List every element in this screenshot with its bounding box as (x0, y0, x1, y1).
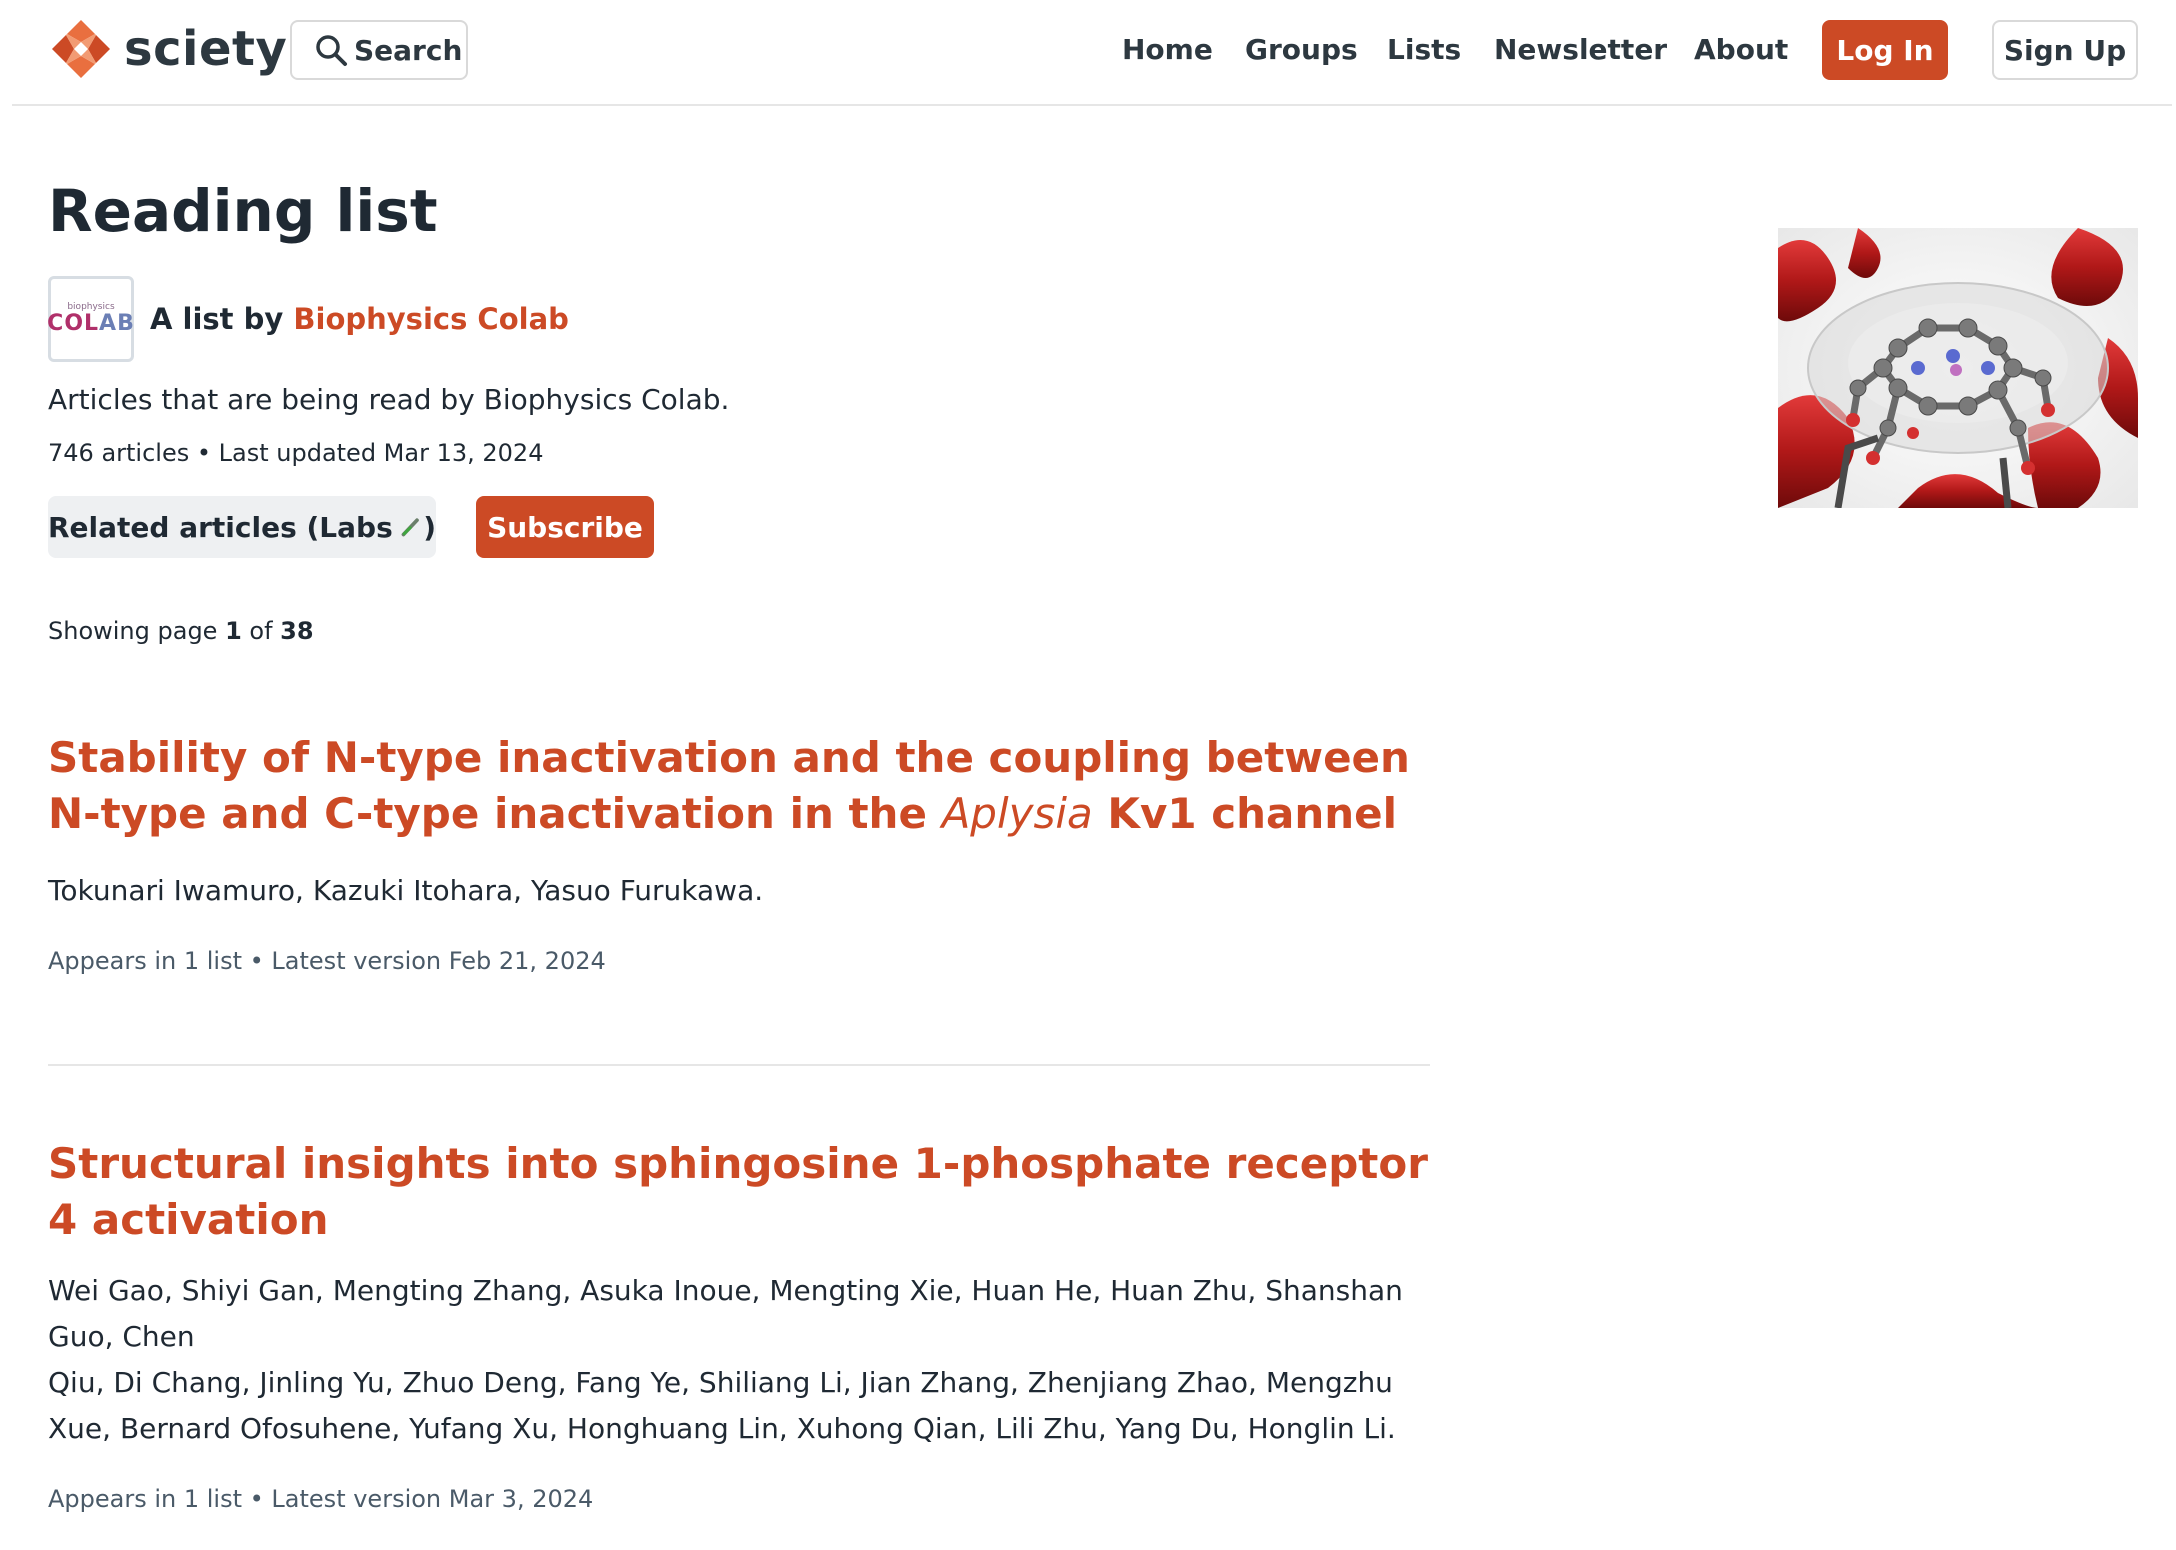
signup-button[interactable]: Sign Up (1992, 20, 2138, 80)
nav-about[interactable]: About (1694, 30, 1788, 70)
page-current: 1 (225, 617, 242, 645)
sciety-logo[interactable]: sciety (48, 16, 287, 82)
nav-lists[interactable]: Lists (1387, 30, 1461, 70)
search-button[interactable]: Search (290, 20, 468, 80)
search-label: Search (354, 33, 463, 67)
article-authors: Wei Gao, Shiyi Gan, Mengting Zhang, Asuk… (48, 1268, 1430, 1452)
article-divider (48, 1064, 1430, 1066)
article-title-italic: Aplysia (941, 789, 1093, 838)
login-button[interactable]: Log In (1822, 20, 1948, 80)
article-authors-line: Qiu, Di Chang, Jinling Yu, Zhuo Deng, Fa… (48, 1366, 1393, 1399)
article-meta: Appears in 1 list • Latest version Feb 2… (48, 947, 606, 975)
nav-groups[interactable]: Groups (1245, 30, 1358, 70)
article-card: Stability of N-type inactivation and the… (48, 730, 1430, 978)
page-total: 38 (280, 617, 314, 645)
owner-avatar-text: COLAB (47, 311, 135, 336)
owner-text: A list by Biophysics Colab (150, 302, 569, 336)
owner-link[interactable]: Biophysics Colab (293, 302, 569, 336)
logo-text: sciety (124, 21, 288, 77)
site-header: sciety Search Home Groups Lists Newslett… (12, 0, 2172, 106)
article-title-link[interactable]: Structural insights into sphingosine 1-p… (48, 1136, 1430, 1248)
paging-info: Showing page 1 of 38 (48, 614, 314, 648)
test-tube-icon (401, 518, 419, 537)
related-articles-suffix: ) (423, 510, 436, 544)
article-title-part: Kv1 channel (1092, 789, 1398, 838)
paging-of: of (241, 617, 281, 645)
paging-prefix: Showing page (48, 617, 226, 645)
article-card: Structural insights into sphingosine 1-p… (48, 1136, 1430, 1516)
subscribe-button[interactable]: Subscribe (476, 496, 654, 558)
article-authors-line: Wei Gao, Shiyi Gan, Mengting Zhang, Asuk… (48, 1274, 1403, 1353)
molecule-illustration (1778, 228, 2138, 508)
article-authors: Tokunari Iwamuro, Kazuki Itohara, Yasuo … (48, 874, 764, 907)
sciety-logo-icon (52, 20, 110, 78)
article-meta: Appears in 1 list • Latest version Mar 3… (48, 1485, 594, 1513)
related-articles-button[interactable]: Related articles (Labs ) (48, 496, 436, 558)
list-owner: biophysics COLAB A list by Biophysics Co… (47, 276, 569, 362)
nav-home[interactable]: Home (1122, 30, 1213, 70)
article-authors-line: Xue, Bernard Ofosuhene, Yufang Xu, Hongh… (48, 1412, 1396, 1445)
search-icon (316, 35, 347, 66)
owner-prefix: A list by (150, 302, 294, 336)
related-articles-label: Related articles (Labs (48, 510, 393, 544)
article-title-link[interactable]: Stability of N-type inactivation and the… (48, 730, 1430, 842)
list-cover-image (1778, 228, 2138, 508)
nav-newsletter[interactable]: Newsletter (1494, 30, 1667, 70)
owner-avatar[interactable]: biophysics COLAB (47, 276, 135, 362)
list-description: Articles that are being read by Biophysi… (48, 383, 730, 416)
list-meta: 746 articles • Last updated Mar 13, 2024 (48, 439, 544, 467)
page-title: Reading list (48, 177, 438, 245)
